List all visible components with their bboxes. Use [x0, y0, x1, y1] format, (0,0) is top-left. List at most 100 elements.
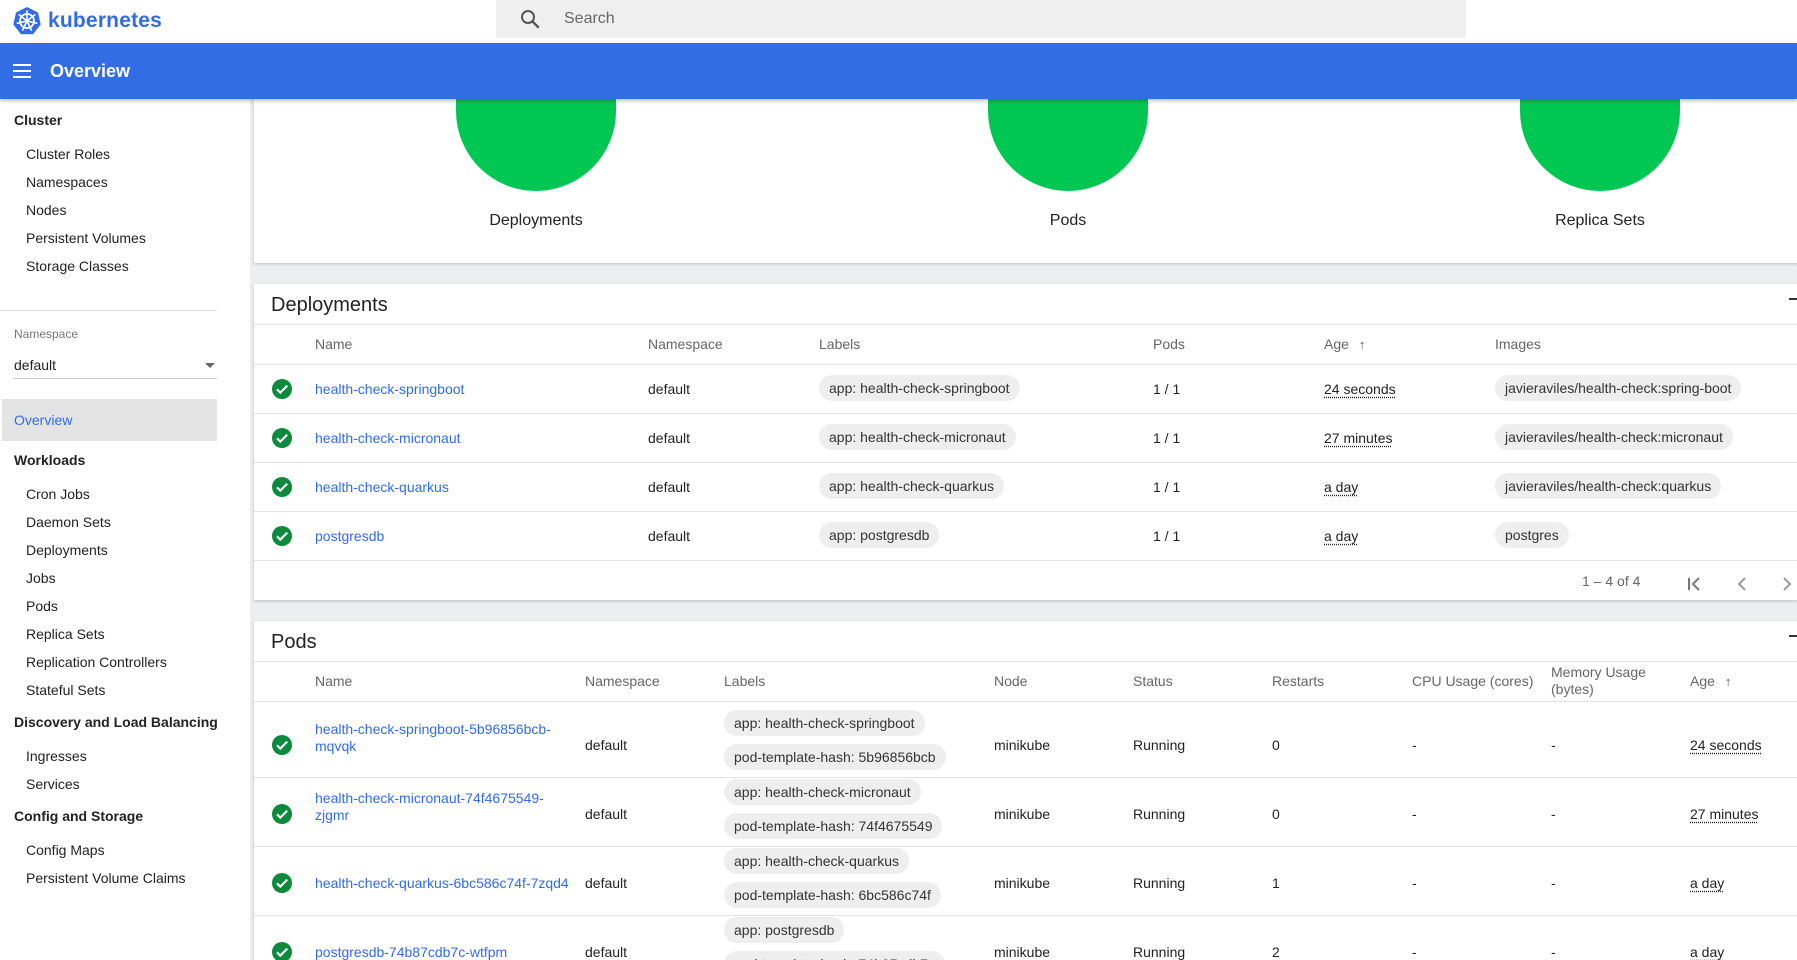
pod-restarts: 0 — [1272, 737, 1280, 753]
replica-sets-status-label: Replica Sets — [1500, 212, 1700, 230]
sidebar-item-cron-jobs[interactable]: Cron Jobs — [26, 486, 90, 502]
sidebar-item-services[interactable]: Services — [26, 776, 80, 792]
divider — [254, 324, 1797, 325]
sidebar-item-overview[interactable]: Overview — [2, 399, 217, 441]
divider — [254, 560, 1797, 561]
deployment-pods: 1 / 1 — [1153, 381, 1180, 397]
sidebar-item-namespaces[interactable]: Namespaces — [26, 174, 108, 190]
card-menu-icon[interactable] — [1789, 298, 1797, 300]
pod-node: minikube — [994, 875, 1050, 891]
check-circle-icon — [271, 734, 293, 756]
col-header-namespace[interactable]: Namespace — [648, 336, 723, 352]
deployments-status-circle — [456, 99, 616, 191]
label-chip: pod-template-hash: 6bc586c74f — [724, 882, 941, 908]
col-header-memory: Memory Usage — [1551, 664, 1646, 680]
sidebar-item-daemon-sets[interactable]: Daemon Sets — [26, 514, 111, 530]
sidebar-divider — [0, 310, 217, 311]
deployment-age: 27 minutes — [1324, 430, 1392, 446]
sidebar-item-overview-label: Overview — [14, 412, 72, 428]
pod-link[interactable]: health-check-quarkus-6bc586c74f-7zqd4 — [315, 875, 569, 891]
deployment-pods: 1 / 1 — [1153, 528, 1180, 544]
label-chip: app: health-check-quarkus — [724, 848, 909, 874]
sidebar-item-ingresses[interactable]: Ingresses — [26, 748, 87, 764]
previous-page-icon[interactable] — [1732, 574, 1752, 594]
first-page-icon[interactable] — [1685, 574, 1705, 594]
pod-restarts: 1 — [1272, 875, 1280, 891]
col-header-images: Images — [1495, 336, 1541, 352]
sidebar-heading-cluster[interactable]: Cluster — [14, 112, 62, 128]
divider — [254, 511, 1797, 512]
card-menu-icon[interactable] — [1789, 635, 1797, 637]
col-header-age[interactable]: Age ↑ — [1690, 673, 1731, 689]
sidebar-item-stateful-sets[interactable]: Stateful Sets — [26, 682, 105, 698]
pod-age: a day — [1690, 944, 1724, 960]
kubernetes-logo[interactable]: kubernetes — [12, 4, 162, 38]
sidebar-item-cluster-roles[interactable]: Cluster Roles — [26, 146, 110, 162]
deployment-namespace: default — [648, 381, 690, 397]
search-input[interactable] — [564, 10, 1164, 28]
sort-arrow-up-icon[interactable]: ↑ — [1725, 674, 1732, 689]
deployment-age: a day — [1324, 479, 1358, 495]
sidebar-item-persistent-volumes[interactable]: Persistent Volumes — [26, 230, 146, 246]
pod-memory: - — [1551, 875, 1556, 891]
pod-link[interactable]: health-check-springboot-5b96856bcb- — [315, 721, 551, 737]
sidebar-item-replica-sets[interactable]: Replica Sets — [26, 626, 105, 642]
image-chip: postgres — [1495, 522, 1569, 548]
col-header-namespace[interactable]: Namespace — [585, 673, 660, 689]
sidebar-heading-workloads[interactable]: Workloads — [14, 452, 85, 468]
pod-node: minikube — [994, 944, 1050, 960]
sidebar-item-jobs[interactable]: Jobs — [26, 570, 56, 586]
workload-status-card: Deployments Pods Replica Sets — [254, 99, 1797, 263]
sidebar-item-nodes[interactable]: Nodes — [26, 202, 66, 218]
sidebar-item-storage-classes[interactable]: Storage Classes — [26, 258, 129, 274]
pods-status-circle — [988, 99, 1148, 191]
dropdown-caret-icon — [205, 363, 215, 368]
pod-memory: - — [1551, 737, 1556, 753]
search-bar[interactable] — [496, 0, 1466, 38]
next-page-icon[interactable] — [1777, 574, 1797, 594]
pod-node: minikube — [994, 806, 1050, 822]
col-header-name[interactable]: Name — [315, 336, 352, 352]
sidebar-item-pods[interactable]: Pods — [26, 598, 58, 614]
label-chip: app: health-check-springboot — [724, 710, 925, 736]
deployment-link[interactable]: health-check-springboot — [315, 381, 464, 397]
sidebar-item-replication-controllers[interactable]: Replication Controllers — [26, 654, 167, 670]
pod-link[interactable]: health-check-micronaut-74f4675549- — [315, 790, 544, 806]
pod-memory: - — [1551, 806, 1556, 822]
col-header-name[interactable]: Name — [315, 673, 352, 689]
sidebar-heading-discovery[interactable]: Discovery and Load Balancing — [14, 714, 218, 730]
pod-restarts: 2 — [1272, 944, 1280, 960]
divider — [254, 701, 1797, 702]
col-header-age[interactable]: Age ↑ — [1324, 336, 1365, 352]
sidebar-item-persistent-volume-claims[interactable]: Persistent Volume Claims — [26, 870, 186, 886]
hamburger-menu-icon[interactable] — [10, 59, 34, 83]
col-header-labels: Labels — [724, 673, 765, 689]
divider — [254, 777, 1797, 778]
check-circle-icon — [271, 803, 293, 825]
namespace-select[interactable]: default — [14, 349, 217, 379]
col-header-labels: Labels — [819, 336, 860, 352]
pod-memory: - — [1551, 944, 1556, 960]
sidebar-heading-config-storage[interactable]: Config and Storage — [14, 808, 143, 824]
pod-link-suffix[interactable]: mqvqk — [315, 738, 356, 754]
deployment-namespace: default — [648, 430, 690, 446]
sidebar-item-deployments[interactable]: Deployments — [26, 542, 108, 558]
col-header-node[interactable]: Node — [994, 673, 1027, 689]
pod-link-suffix[interactable]: zjgmr — [315, 807, 349, 823]
top-bar: kubernetes — [0, 0, 1797, 43]
pod-cpu: - — [1412, 944, 1417, 960]
col-header-restarts[interactable]: Restarts — [1272, 673, 1324, 689]
col-header-status[interactable]: Status — [1133, 673, 1173, 689]
check-circle-icon — [271, 378, 293, 400]
label-chip: app: health-check-springboot — [819, 375, 1020, 401]
sort-arrow-up-icon[interactable]: ↑ — [1359, 337, 1366, 352]
namespace-value: default — [14, 357, 56, 373]
divider — [254, 846, 1797, 847]
deployment-link[interactable]: health-check-quarkus — [315, 479, 449, 495]
deployment-link[interactable]: postgresdb — [315, 528, 384, 544]
label-chip: pod-template-hash: 74b87cdb7c — [724, 951, 945, 960]
pod-link[interactable]: postgresdb-74b87cdb7c-wtfpm — [315, 944, 507, 960]
deployment-link[interactable]: health-check-micronaut — [315, 430, 461, 446]
sidebar-item-config-maps[interactable]: Config Maps — [26, 842, 105, 858]
check-circle-icon — [271, 525, 293, 547]
